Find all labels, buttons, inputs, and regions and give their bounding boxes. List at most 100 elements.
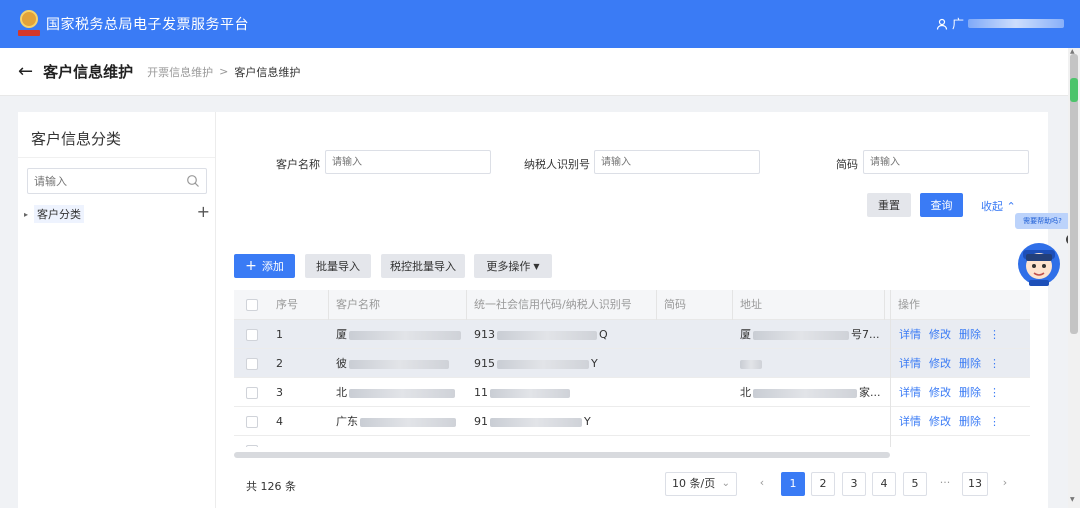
more-icon[interactable]: ⋮ xyxy=(989,328,1000,341)
more-actions-label: 更多操作 xyxy=(486,260,531,273)
user-name-prefix: 广 xyxy=(951,17,964,31)
add-label: 添加 xyxy=(261,260,284,273)
row-index: 4 xyxy=(276,415,283,428)
total-count: 共 126 条 xyxy=(246,480,296,493)
delete-link[interactable]: 删除 xyxy=(959,415,981,428)
operations-column: 详情 修改 删除 ⋮ 详情 修改 删除 ⋮ 详情 修改 删除 ⋮ 详情 修改 删除 ⋮ xyxy=(890,290,1030,447)
caret-right-icon[interactable]: ▸ xyxy=(24,210,34,219)
scroll-indicator xyxy=(1070,78,1078,102)
page-ellipsis[interactable]: ··· xyxy=(933,472,957,496)
delete-link[interactable]: 删除 xyxy=(959,386,981,399)
customer-name-cell: 厦 xyxy=(336,320,461,349)
more-icon[interactable]: ⋮ xyxy=(989,357,1000,370)
detail-link[interactable]: 详情 xyxy=(899,328,921,341)
batch-import-button[interactable]: 批量导入 xyxy=(305,254,371,278)
customer-name-cell: 北 xyxy=(336,378,455,407)
row-index: 1 xyxy=(276,328,283,341)
main-panel: 客户名称 纳税人识别号 简码 重置 查询 收起 ⌃ + 添加 批量导入 税控批量… xyxy=(216,112,1048,508)
page-button[interactable]: 3 xyxy=(842,472,866,496)
query-button[interactable]: 查询 xyxy=(920,193,963,217)
tax-id-label: 纳税人识别号 xyxy=(524,158,590,171)
next-page-button[interactable]: › xyxy=(993,472,1017,496)
delete-link[interactable]: 删除 xyxy=(959,357,981,370)
page-scrollbar[interactable]: ▲ ▼ xyxy=(1068,48,1080,508)
add-customer-button[interactable]: + 添加 xyxy=(234,254,295,278)
short-code-input[interactable] xyxy=(863,150,1029,174)
help-bubble[interactable]: 需要帮助吗? xyxy=(1015,213,1070,229)
more-icon[interactable]: ⋮ xyxy=(989,415,1000,428)
edit-link[interactable]: 修改 xyxy=(929,386,951,399)
collapse-label[interactable]: 收起 xyxy=(981,200,1003,213)
row-checkbox[interactable] xyxy=(246,387,258,399)
customer-name-label: 客户名称 xyxy=(276,158,320,171)
row-checkbox[interactable] xyxy=(246,329,258,341)
edit-link[interactable]: 修改 xyxy=(929,357,951,370)
caret-down-icon: ▼ xyxy=(533,261,540,271)
row-checkbox[interactable] xyxy=(246,416,258,428)
edit-link[interactable]: 修改 xyxy=(929,328,951,341)
row-checkbox[interactable] xyxy=(246,358,258,370)
detail-link[interactable]: 详情 xyxy=(899,357,921,370)
back-button[interactable]: ← xyxy=(18,61,33,82)
chevron-up-icon[interactable]: ⌃ xyxy=(1007,200,1016,213)
column-header: 简码 xyxy=(664,298,686,311)
user-name-redacted xyxy=(968,19,1064,28)
tax-assistant-widget[interactable]: 需要帮助吗? xyxy=(1010,213,1070,293)
column-header: 统一社会信用代码/纳税人识别号 xyxy=(474,298,632,311)
prev-page-button[interactable]: ‹ xyxy=(750,472,774,496)
platform-title: 国家税务总局电子发票服务平台 xyxy=(46,17,249,33)
tax-code-cell: 913 Q xyxy=(474,328,608,341)
page-size-select[interactable]: 10 条/页 ⌄ xyxy=(665,472,737,496)
category-panel-title: 客户信息分类 xyxy=(18,112,215,158)
category-search-input[interactable] xyxy=(34,174,184,188)
user-menu[interactable]: 广 xyxy=(936,15,1064,32)
tax-assistant-icon[interactable] xyxy=(1015,236,1063,288)
row-actions: 详情 修改 删除 ⋮ xyxy=(899,407,1008,436)
collapse-toggle[interactable]: 收起 ⌃ xyxy=(981,198,1016,214)
short-code-label: 简码 xyxy=(836,158,858,171)
more-actions-button[interactable]: 更多操作 ▼ xyxy=(474,254,552,278)
delete-link[interactable]: 删除 xyxy=(959,328,981,341)
page-button[interactable]: 2 xyxy=(811,472,835,496)
page-size-value: 10 条/页 xyxy=(672,477,716,490)
category-search[interactable] xyxy=(27,168,207,194)
more-icon[interactable]: ⋮ xyxy=(989,386,1000,399)
category-panel: 客户信息分类 ▸ 客户分类 + xyxy=(18,112,216,508)
tax-batch-import-button[interactable]: 税控批量导入 xyxy=(381,254,465,278)
row-index: 2 xyxy=(276,357,283,370)
detail-link[interactable]: 详情 xyxy=(899,386,921,399)
detail-link[interactable]: 详情 xyxy=(899,415,921,428)
plus-icon: + xyxy=(245,258,257,274)
row-actions: 详情 修改 删除 ⋮ xyxy=(899,349,1008,378)
address-cell: 北家... xyxy=(740,386,881,399)
customer-name-cell: 彼 xyxy=(336,349,449,378)
add-category-icon[interactable]: + xyxy=(197,202,210,221)
table-horizontal-scrollbar[interactable] xyxy=(234,452,890,458)
breadcrumb-bar: ← 客户信息维护 开票信息维护 > 客户信息维护 xyxy=(0,48,1068,96)
page-button[interactable]: 1 xyxy=(781,472,805,496)
customer-name-input[interactable] xyxy=(325,150,491,174)
breadcrumb-parent[interactable]: 开票信息维护 xyxy=(147,64,213,80)
user-icon xyxy=(936,18,948,30)
address-cell: 厦号7... xyxy=(740,328,880,341)
reset-button[interactable]: 重置 xyxy=(867,193,911,217)
tree-item-customer-category[interactable]: ▸ 客户分类 + xyxy=(24,202,210,224)
row-actions: 详情 修改 删除 ⋮ xyxy=(899,378,1008,407)
select-all-checkbox[interactable] xyxy=(246,299,258,311)
column-header: 序号 xyxy=(276,298,298,311)
tax-id-input[interactable] xyxy=(594,150,760,174)
tax-code-cell: 91 Y xyxy=(474,415,591,428)
page-button[interactable]: 5 xyxy=(903,472,927,496)
search-icon[interactable] xyxy=(186,174,200,188)
page-button[interactable]: 13 xyxy=(962,472,988,496)
page-title: 客户信息维护 xyxy=(43,63,134,81)
column-header: 地址 xyxy=(740,298,762,311)
page-button[interactable]: 4 xyxy=(872,472,896,496)
scroll-down-icon[interactable]: ▼ xyxy=(1070,496,1075,503)
row-index: 3 xyxy=(276,386,283,399)
row-checkbox[interactable] xyxy=(246,445,258,447)
top-header: 国家税务总局电子发票服务平台 广 xyxy=(0,0,1080,48)
tree-item-label[interactable]: 客户分类 xyxy=(34,205,84,223)
edit-link[interactable]: 修改 xyxy=(929,415,951,428)
customer-table: 序号 客户名称 统一社会信用代码/纳税人识别号 简码 地址 操作 1 厦 913… xyxy=(234,290,1030,447)
